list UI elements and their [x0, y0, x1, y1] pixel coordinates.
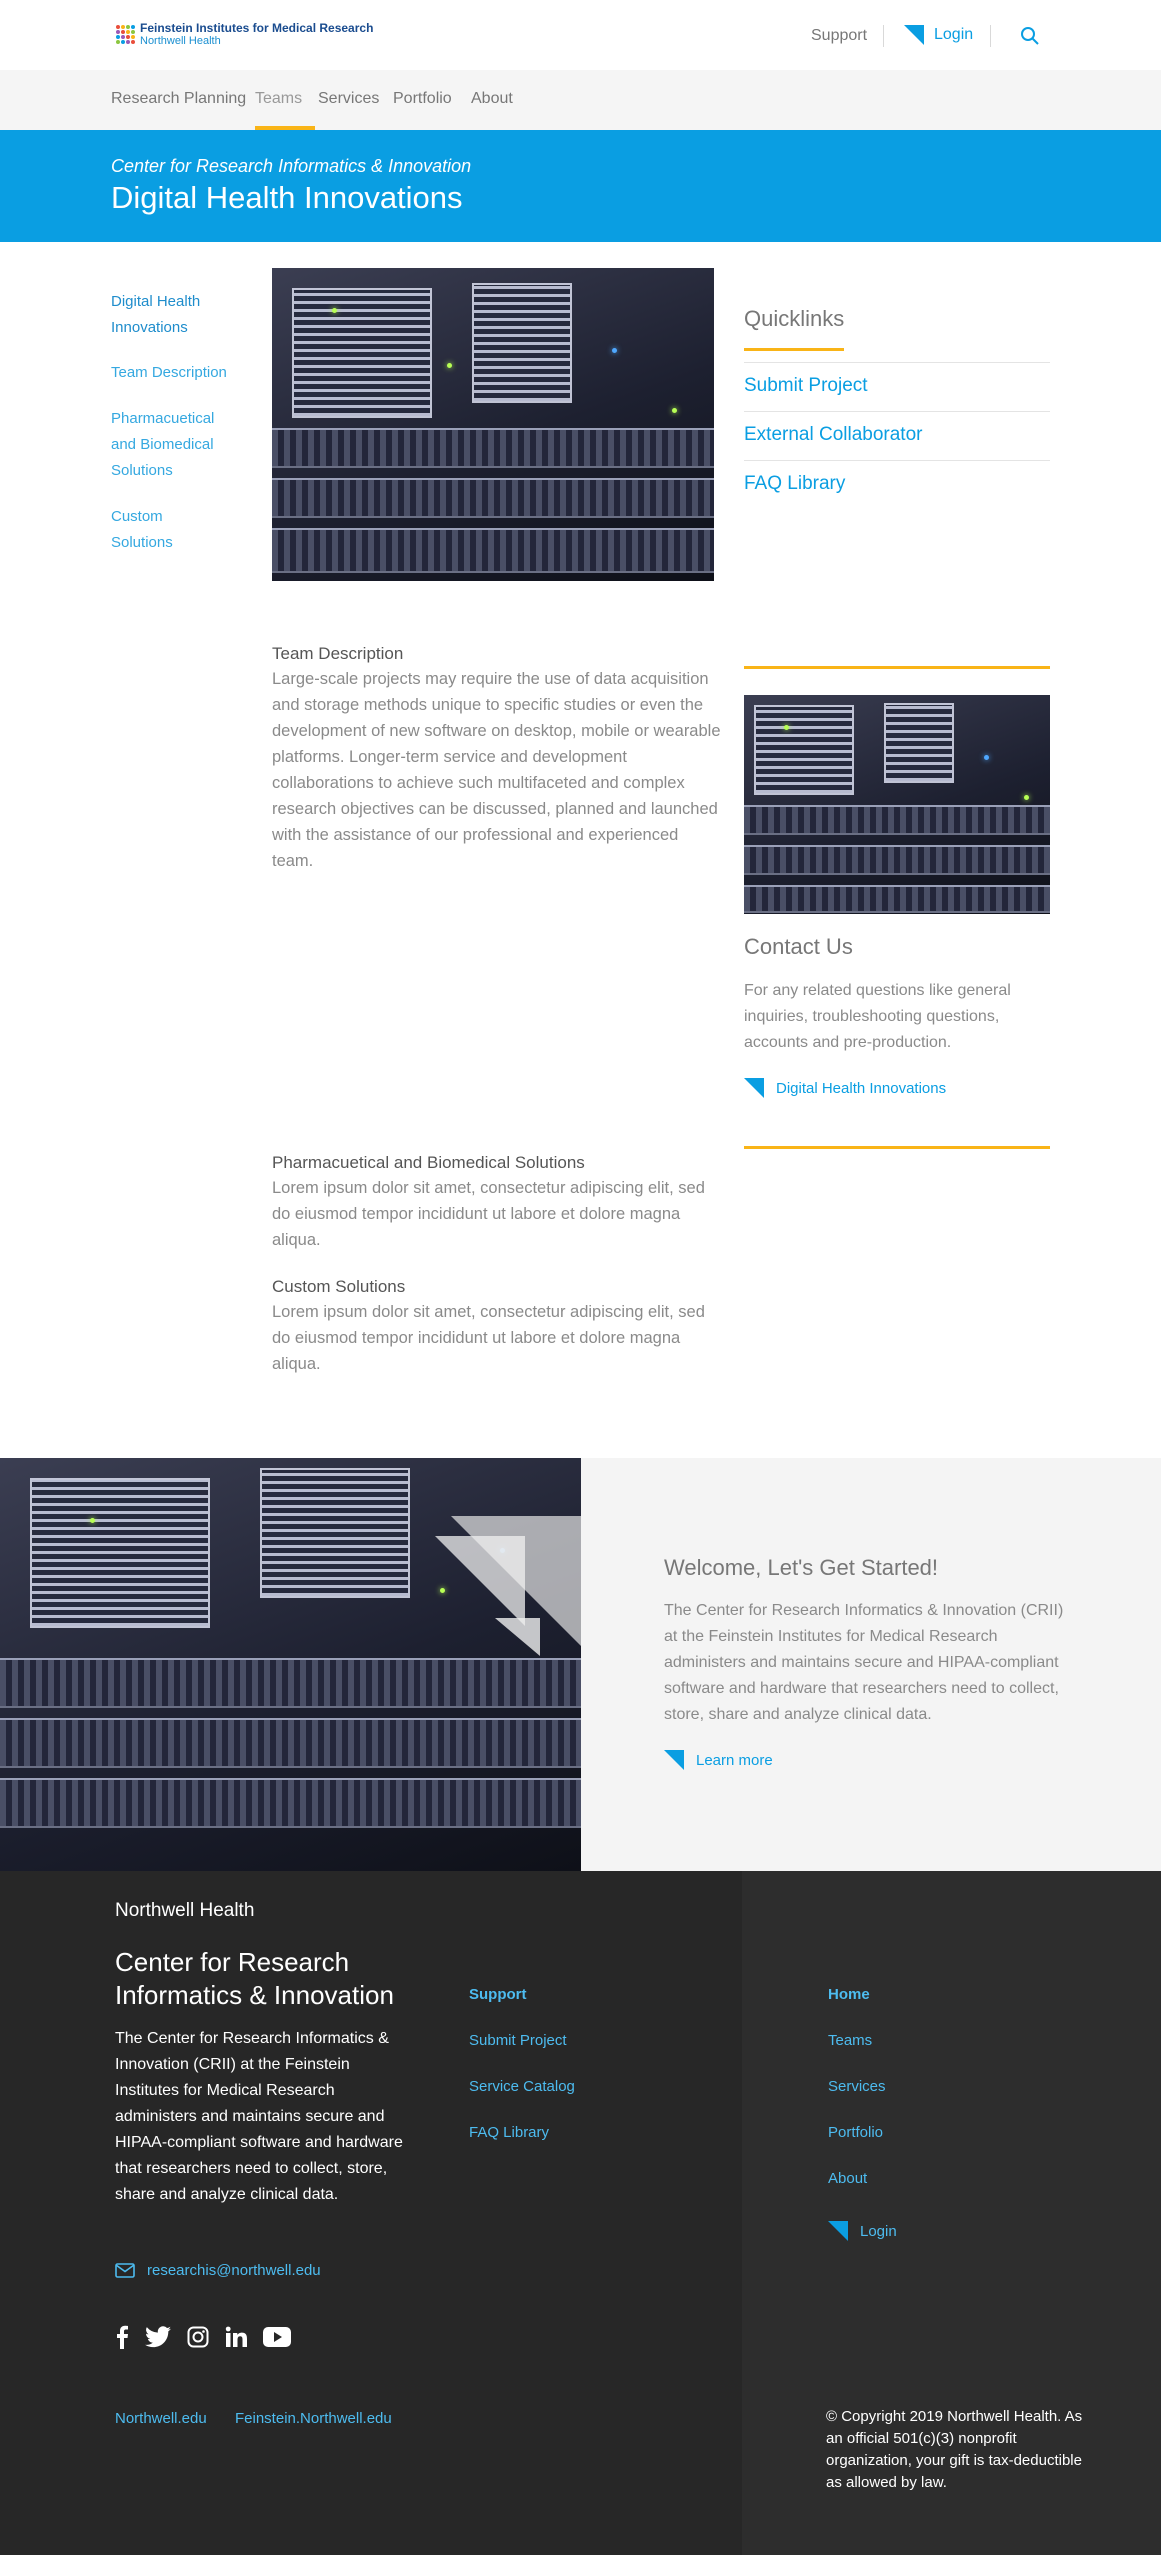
banner-subtitle: Center for Research Informatics & Innova… [111, 156, 472, 176]
header-divider [883, 25, 884, 47]
contact-top-rule [744, 666, 1050, 669]
footer-link-service-catalog[interactable]: Service Catalog [469, 2078, 575, 2095]
server-rack-image [272, 268, 714, 581]
quicklinks-accent-bar [744, 348, 844, 351]
footer-link-portfolio[interactable]: Portfolio [828, 2124, 883, 2141]
footer-login-link[interactable]: Login [828, 2221, 897, 2241]
header-divider [990, 25, 991, 47]
welcome-server-image [0, 1458, 581, 1871]
arrow-corner-icon [904, 25, 924, 45]
section-body: Large-scale projects may require the use… [272, 670, 721, 870]
contact-link[interactable]: Digital Health Innovations [744, 1078, 946, 1098]
top-header: Feinstein Institutes for Medical Researc… [0, 0, 1161, 70]
learn-more-link[interactable]: Learn more [664, 1750, 773, 1770]
youtube-icon[interactable] [263, 2327, 291, 2347]
nav-teams[interactable]: Teams [255, 90, 302, 108]
divider [744, 362, 1050, 363]
quicklink-faq-library[interactable]: FAQ Library [744, 473, 845, 495]
logo-dots-icon [116, 24, 136, 45]
mail-icon [115, 2263, 135, 2278]
arrow-corner-icon [664, 1750, 684, 1770]
facebook-icon[interactable] [115, 2325, 129, 2349]
logo-subtitle: Northwell Health [140, 35, 221, 47]
decorative-triangles-icon [435, 1516, 581, 1656]
footer-link-faq-library[interactable]: FAQ Library [469, 2124, 549, 2141]
copyright-text: © Copyright 2019 Northwell Health. As an… [826, 2408, 1083, 2491]
arrow-corner-icon [828, 2221, 848, 2241]
linkedin-icon[interactable] [225, 2326, 247, 2348]
quicklink-submit-project[interactable]: Submit Project [744, 375, 868, 397]
quicklinks-title: Quicklinks [744, 306, 845, 331]
footer-home-heading[interactable]: Home [828, 1986, 870, 2003]
footer-support-heading[interactable]: Support [469, 1986, 527, 2003]
instagram-icon[interactable] [187, 2326, 209, 2348]
arrow-corner-icon [744, 1078, 764, 1098]
welcome-text: The Center for Research Informatics & In… [664, 1602, 1064, 1723]
contact-link-label: Digital Health Innovations [776, 1079, 947, 1097]
page-banner: Center for Research Informatics & Innova… [0, 130, 1161, 242]
section-heading: Team Description [272, 644, 404, 663]
contact-title: Contact Us [744, 934, 853, 959]
contact-text: For any related questions like general i… [744, 982, 1011, 1051]
footer-link-submit-project[interactable]: Submit Project [469, 2032, 567, 2049]
nav-research-planning[interactable]: Research Planning [111, 90, 246, 108]
section-heading: Pharmacuetical and Biomedical Solutions [272, 1153, 585, 1172]
logo-title: Feinstein Institutes for Medical Researc… [140, 21, 374, 35]
social-links [115, 2325, 291, 2349]
footer-email-link[interactable]: researchis@northwell.edu [115, 2262, 321, 2279]
contact-bottom-rule [744, 1146, 1050, 1149]
main-nav: Research Planning Teams Services Portfol… [0, 70, 1161, 130]
footer-link-northwell[interactable]: Northwell.edu [115, 2410, 207, 2427]
nav-portfolio[interactable]: Portfolio [393, 90, 452, 108]
section-body: Lorem ipsum dolor sit amet, consectetur … [272, 1179, 705, 1249]
nav-about[interactable]: About [471, 90, 513, 108]
footer-link-about[interactable]: About [828, 2170, 867, 2187]
footer-link-feinstein[interactable]: Feinstein.Northwell.edu [235, 2410, 392, 2427]
sidebar-item-digital-health[interactable]: Digital Health Innovations [111, 289, 241, 341]
nav-services[interactable]: Services [318, 90, 379, 108]
quicklink-external-collaborator[interactable]: External Collaborator [744, 424, 922, 446]
search-icon[interactable] [1020, 26, 1040, 51]
login-label: Login [934, 26, 974, 43]
welcome-title: Welcome, Let's Get Started! [664, 1555, 939, 1580]
sidebar-item-custom-solutions[interactable]: Custom Solutions [111, 504, 191, 556]
footer-description: The Center for Research Informatics & In… [115, 2030, 403, 2203]
twitter-icon[interactable] [145, 2326, 171, 2348]
sidebar-item-team-description[interactable]: Team Description [111, 360, 241, 386]
footer-link-teams[interactable]: Teams [828, 2032, 872, 2049]
footer-link-services[interactable]: Services [828, 2078, 886, 2095]
divider [744, 460, 1050, 461]
footer-brand: Northwell Health [115, 1900, 255, 1921]
contact-server-image [744, 695, 1050, 914]
login-link[interactable]: Login [904, 25, 973, 45]
footer-title: Center for Research Informatics & Innova… [115, 1947, 394, 2010]
section-heading: Custom Solutions [272, 1277, 406, 1296]
footer-email: researchis@northwell.edu [147, 2262, 321, 2279]
section-body: Lorem ipsum dolor sit amet, consectetur … [272, 1303, 705, 1373]
sidebar-item-pharmaceutical[interactable]: Pharmacuetical and Biomedical Solutions [111, 406, 221, 484]
footer-login-label: Login [860, 2222, 897, 2240]
site-logo[interactable]: Feinstein Institutes for Medical Researc… [116, 22, 373, 47]
page-title: Digital Health Innovations [111, 180, 463, 215]
support-link[interactable]: Support [811, 27, 867, 45]
learn-more-label: Learn more [696, 1751, 773, 1769]
divider [744, 411, 1050, 412]
